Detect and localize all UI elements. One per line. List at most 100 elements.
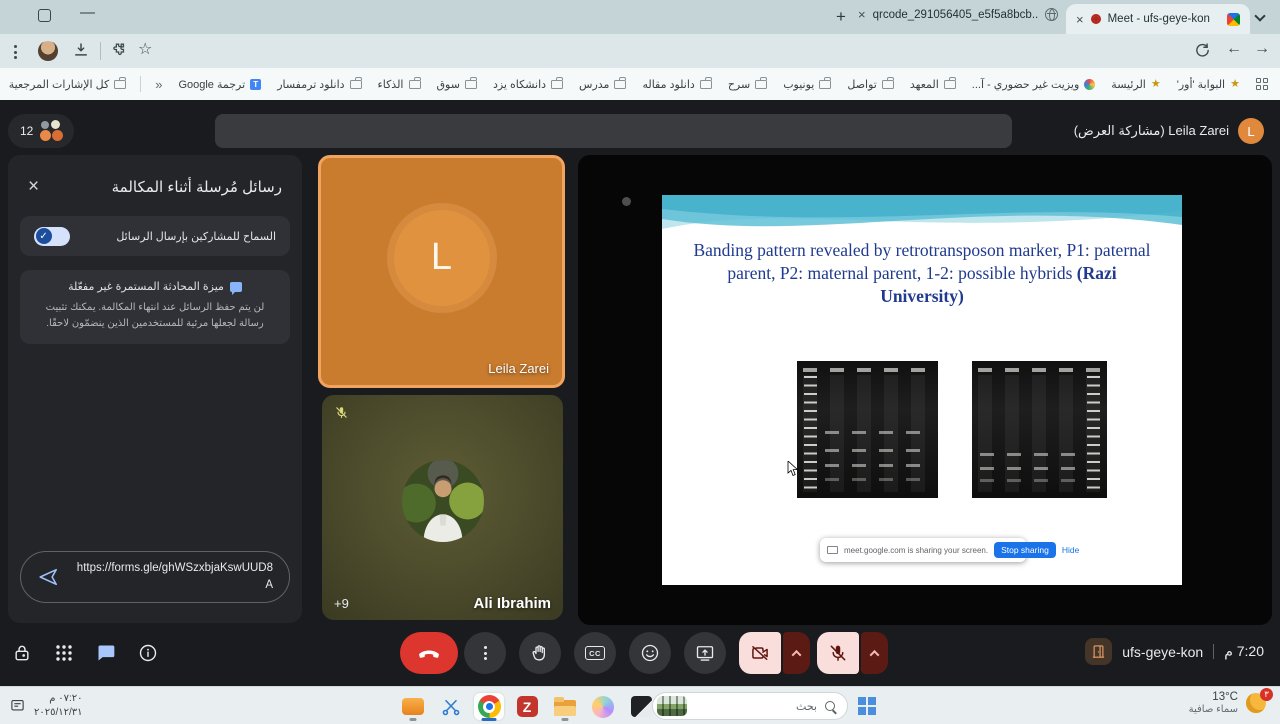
bookmark-item[interactable]: الذكاء xyxy=(378,78,421,91)
chat-panel-icon[interactable] xyxy=(94,641,118,665)
meeting-room-door-icon[interactable] xyxy=(1085,638,1112,665)
participants-count-pill[interactable]: 12 xyxy=(8,114,74,148)
info-icon[interactable] xyxy=(136,641,160,665)
bookmark-item[interactable]: دانلود مقاله xyxy=(642,78,711,91)
bookmark-icon xyxy=(819,80,831,89)
clock-time: ٠٧:٢٠ م xyxy=(34,692,83,706)
send-icon[interactable] xyxy=(37,566,59,588)
bookmark-item[interactable]: البوابة 'أور' xyxy=(1177,78,1240,91)
weather-widget[interactable]: 13°C سماء صافية ٣ xyxy=(1189,690,1270,717)
bookmark-item[interactable]: يونيوب xyxy=(783,78,831,91)
bookmark-icon xyxy=(1230,79,1240,90)
tab-qrcode[interactable]: × qrcode_291056405_e5f5a8bcb... xyxy=(858,7,1058,22)
downloads-icon[interactable] xyxy=(72,41,90,59)
tab-close-icon[interactable]: × xyxy=(858,7,866,22)
browser-menu-icon[interactable] xyxy=(14,45,17,59)
bookmarks-list: البوابة 'أور' الرئيسة ويزيت غير حضوري - … xyxy=(178,78,1240,91)
extensions-puzzle-icon[interactable] xyxy=(110,41,127,58)
more-options-icon xyxy=(484,646,487,660)
participant-name: Ali Ibrahim xyxy=(473,595,551,612)
window-minimize-button[interactable]: — xyxy=(80,4,95,21)
profile-avatar[interactable] xyxy=(38,41,58,61)
reaction-emoji xyxy=(622,197,631,206)
folder-icon xyxy=(114,80,126,89)
start-button[interactable] xyxy=(858,697,876,715)
taskbar-app-orange[interactable] xyxy=(398,693,428,720)
avatar xyxy=(402,460,484,542)
taskbar-search[interactable]: بحث xyxy=(652,692,848,720)
share-text: meet.google.com is sharing your screen. xyxy=(844,546,988,555)
apps-grid-icon[interactable] xyxy=(1256,78,1268,90)
camera-options-chevron[interactable] xyxy=(783,632,810,674)
mouse-cursor xyxy=(787,461,801,477)
taskbar-app-explorer[interactable] xyxy=(550,693,580,720)
notice-body: لن يتم حفظ الرسائل عند انتهاء المكالمة. … xyxy=(32,300,278,332)
bookmarks-chevron-icon[interactable]: « xyxy=(155,77,162,92)
zotero-icon: Z xyxy=(517,696,538,717)
allow-messages-label: السماح للمشاركين بإرسال الرسائل xyxy=(116,230,276,243)
bookmark-item[interactable]: مدرس xyxy=(579,78,626,91)
presentation-stage: Banding pattern revealed by retrotranspo… xyxy=(578,155,1272,625)
stop-sharing-button[interactable]: Stop sharing xyxy=(994,542,1056,558)
hand-icon xyxy=(530,643,550,663)
hide-link[interactable]: Hide xyxy=(1062,545,1079,555)
taskbar-app-snipping[interactable] xyxy=(436,693,466,720)
forward-icon[interactable]: → xyxy=(1254,40,1270,58)
tab-label: qrcode_291056405_e5f5a8bcb... xyxy=(873,9,1038,21)
search-daily-image xyxy=(657,696,687,716)
leave-call-button[interactable] xyxy=(400,632,458,674)
activities-grid-icon[interactable] xyxy=(52,641,76,665)
taskbar-app-copilot[interactable] xyxy=(588,693,618,720)
host-controls-lock-icon[interactable] xyxy=(10,641,34,665)
bookmark-item[interactable]: دانشكاه يزد xyxy=(493,78,563,91)
camera-off-icon xyxy=(750,643,770,663)
meeting-time: 7:20 م xyxy=(1224,643,1264,660)
cast-icon xyxy=(827,546,838,554)
bookmark-star-icon[interactable]: ☆ xyxy=(138,39,152,59)
close-icon[interactable]: × xyxy=(28,177,39,196)
tab-meet[interactable]: × Meet - ufs-geye-kon xyxy=(1066,4,1250,34)
reactions-button[interactable] xyxy=(629,632,671,674)
participants-filmstrip[interactable] xyxy=(215,114,1012,148)
clock[interactable]: ٠٧:٢٠ م ٢٠٢٥/١٢/٣١ xyxy=(34,692,83,719)
bookmark-item[interactable]: الرئيسة xyxy=(1111,78,1160,91)
bookmark-item[interactable]: ترجمة Google xyxy=(178,78,261,91)
new-tab-button[interactable]: + xyxy=(828,4,854,30)
message-input[interactable]: https://forms.gle/ghWSzxbjaKswUUD8 A xyxy=(20,551,290,604)
mic-options-chevron[interactable] xyxy=(861,632,888,674)
tab-close-icon[interactable]: × xyxy=(1076,12,1084,27)
search-icon xyxy=(824,700,837,713)
reload-icon[interactable] xyxy=(1194,42,1211,59)
video-tile-leila[interactable]: L Leila Zarei xyxy=(318,155,565,388)
bookmark-item[interactable]: المعهد xyxy=(910,78,956,91)
more-options-button[interactable] xyxy=(464,632,506,674)
bookmark-item[interactable]: تواصل xyxy=(847,78,893,91)
allow-messages-toggle[interactable]: ✓ xyxy=(34,227,70,246)
windows-taskbar: ٠٧:٢٠ م ٢٠٢٥/١٢/٣١ Z بحث 13°C سماء صافي xyxy=(0,686,1280,724)
bookmark-icon xyxy=(944,80,956,89)
all-bookmarks-label: كل الإشارات المرجعية xyxy=(9,78,109,91)
bookmark-item[interactable]: ويزيت غير حضوري - آ... xyxy=(972,78,1096,91)
all-bookmarks-folder[interactable]: كل الإشارات المرجعية xyxy=(9,78,126,91)
taskbar-app-zotero[interactable]: Z xyxy=(512,693,542,720)
notifications-icon[interactable] xyxy=(10,698,25,713)
raise-hand-button[interactable] xyxy=(519,632,561,674)
taskbar-app-chrome[interactable] xyxy=(474,693,504,720)
tab-list-chevron-icon[interactable] xyxy=(1254,10,1265,21)
bookmark-icon xyxy=(1151,79,1161,90)
window-maximize-button[interactable] xyxy=(38,9,51,22)
mic-off-button[interactable] xyxy=(817,632,859,674)
weather-temp: 13°C xyxy=(1189,690,1238,704)
bookmark-item[interactable]: سرح xyxy=(728,78,767,91)
bookmark-item[interactable]: دانلود ترمفسار xyxy=(277,78,361,91)
bookmarks-bar: البوابة 'أور' الرئيسة ويزيت غير حضوري - … xyxy=(0,68,1280,100)
captions-button[interactable]: CC xyxy=(574,632,616,674)
recording-indicator-icon xyxy=(1091,14,1101,24)
video-tile-ali[interactable]: +9 Ali Ibrahim xyxy=(322,395,563,620)
toolbar-divider xyxy=(100,42,101,60)
bookmark-item[interactable]: سوق xyxy=(437,78,477,91)
orange-app-icon xyxy=(402,698,424,715)
back-icon[interactable]: ← xyxy=(1226,40,1242,58)
camera-off-button[interactable] xyxy=(739,632,781,674)
present-screen-button[interactable] xyxy=(684,632,726,674)
